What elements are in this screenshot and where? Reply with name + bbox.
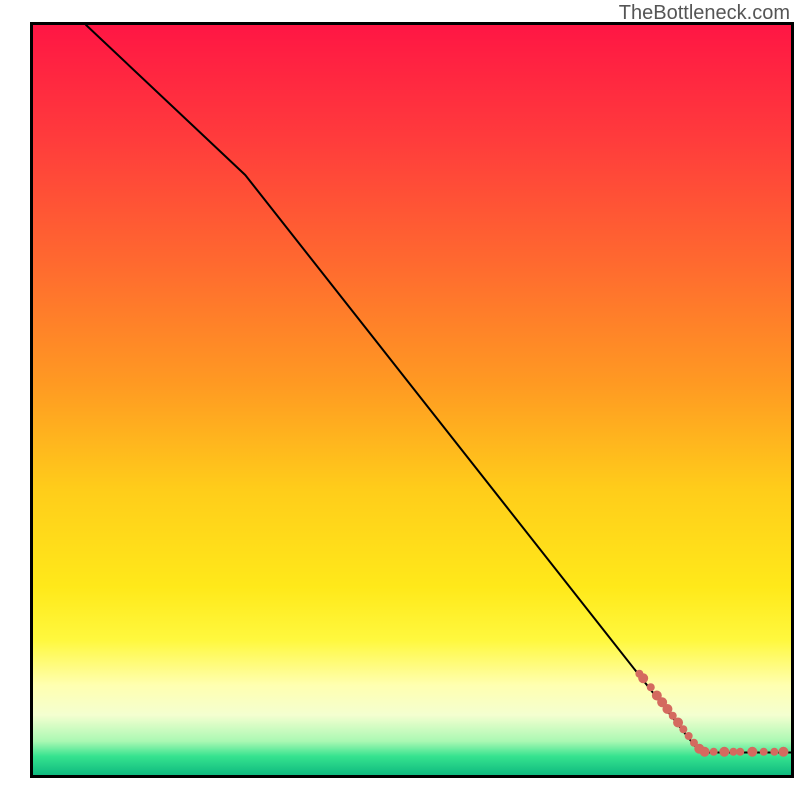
plot-area (30, 22, 794, 778)
chart-frame: TheBottleneck.com (0, 0, 800, 800)
background-gradient (33, 25, 791, 775)
